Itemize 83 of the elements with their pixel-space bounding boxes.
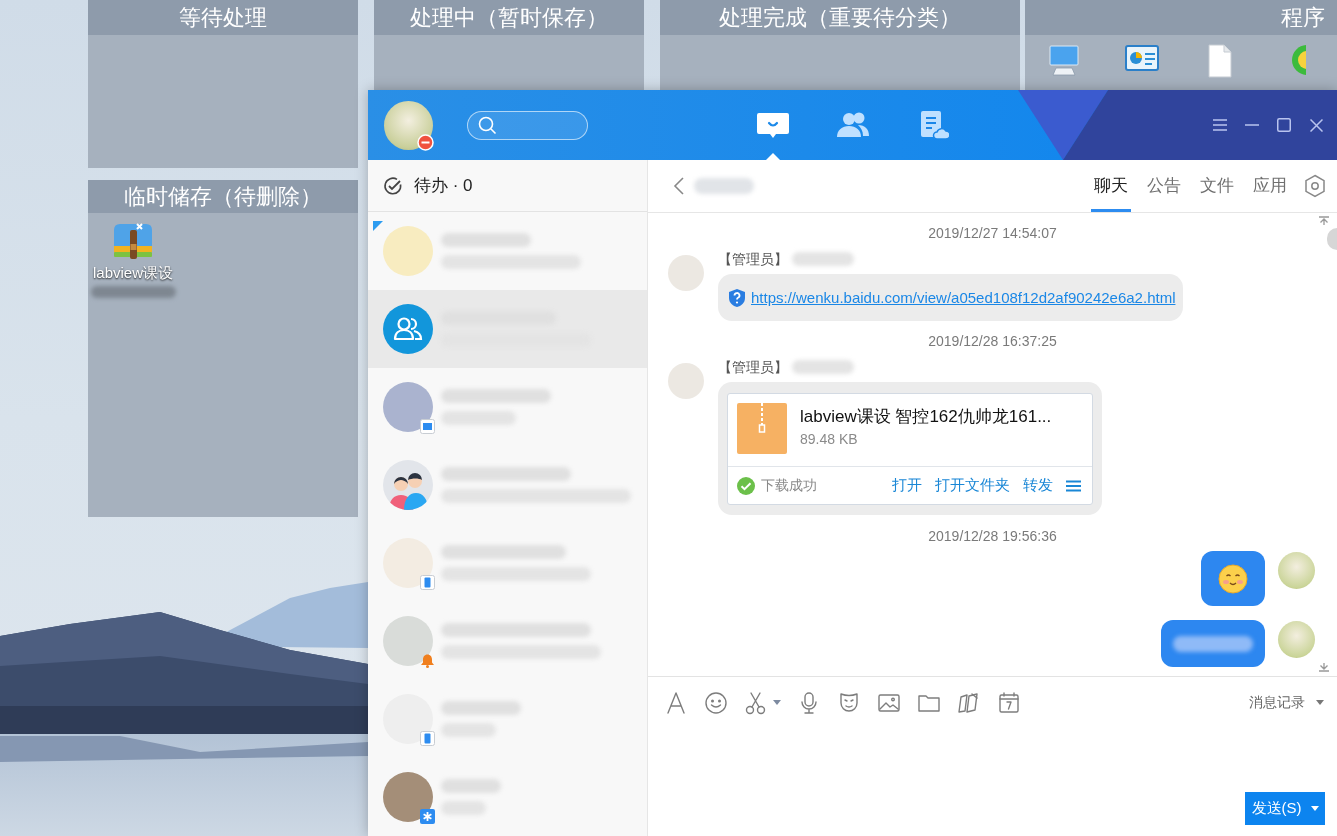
close-icon xyxy=(1309,118,1323,132)
chat-tab[interactable]: 文件 xyxy=(1197,160,1237,212)
chat-bubble-icon xyxy=(755,110,791,140)
minimize-icon xyxy=(1245,124,1259,126)
collapse-handle[interactable] xyxy=(1327,228,1337,250)
search-icon xyxy=(478,115,497,135)
scroll-top-icon[interactable] xyxy=(1318,216,1330,226)
zip-file-icon xyxy=(737,403,787,454)
chat-tab[interactable]: 聊天 xyxy=(1091,160,1131,212)
asterisk-badge-icon xyxy=(420,809,435,824)
avatar xyxy=(383,616,433,666)
group-avatar-icon xyxy=(383,304,433,354)
file-name: labview课设 智控162仇帅龙161... xyxy=(800,406,1052,428)
chat-tab[interactable]: 应用 xyxy=(1250,160,1290,212)
avatar[interactable] xyxy=(1278,552,1315,589)
fence-title: 等待处理 xyxy=(88,0,358,35)
control-panel-icon[interactable] xyxy=(1125,44,1159,74)
desktop-badge-icon xyxy=(420,419,435,434)
back-button[interactable] xyxy=(672,175,686,197)
check-circle-icon xyxy=(383,175,403,196)
timestamp: 2019/12/28 19:56:36 xyxy=(928,527,1057,546)
avatar[interactable] xyxy=(384,100,433,150)
people-avatar-icon xyxy=(383,460,433,510)
menu-icon xyxy=(1213,119,1227,131)
avatar xyxy=(383,538,433,588)
avatar[interactable] xyxy=(1278,621,1315,658)
slanted-panels-icon xyxy=(957,690,981,715)
fence-title: 处理中（暂时保存） xyxy=(374,0,644,35)
avatar xyxy=(383,226,433,276)
search-field[interactable] xyxy=(467,110,588,140)
send-button[interactable]: 发送(S) xyxy=(1245,792,1325,825)
avatar xyxy=(383,382,433,432)
phone-badge-icon xyxy=(420,575,435,590)
blurred-text xyxy=(792,252,854,266)
emoji-button[interactable] xyxy=(704,689,728,716)
scroll-bottom-icon[interactable] xyxy=(1318,662,1330,672)
success-check-icon xyxy=(737,476,755,495)
url-link[interactable]: https://wenku.baidu.com/view/a05ed108f12d2af90242e6a2.html xyxy=(751,287,1176,308)
timestamp: 2019/12/28 16:37:25 xyxy=(928,332,1057,351)
chat-tab[interactable]: 公告 xyxy=(1144,160,1184,212)
action-link[interactable]: 转发 xyxy=(1023,474,1053,497)
fence-title: 程序 xyxy=(1025,0,1337,35)
shield-question-icon xyxy=(728,287,746,308)
caret-down-icon xyxy=(1310,806,1319,811)
todo-button[interactable]: 待办 · 0 xyxy=(383,172,473,199)
round-app-icon[interactable] xyxy=(1290,44,1306,76)
file-icon[interactable] xyxy=(1208,44,1232,78)
file-size: 89.48 KB xyxy=(800,430,859,448)
timestamp: 2019/12/27 14:54:07 xyxy=(928,224,1057,243)
chevron-left-icon xyxy=(673,176,685,196)
caret-down-icon xyxy=(1316,700,1324,705)
monitor-icon[interactable] xyxy=(1046,44,1082,78)
archive-icon[interactable] xyxy=(112,222,154,260)
fence-title: 处理完成（重要待分类） xyxy=(660,0,1020,35)
conversation-item[interactable] xyxy=(368,290,647,368)
action-link[interactable]: 打开文件夹 xyxy=(935,474,1010,497)
people-icon xyxy=(835,110,871,140)
font-button[interactable] xyxy=(664,689,688,716)
bell-badge-icon xyxy=(420,653,435,668)
calendar-icon xyxy=(997,690,1021,715)
history-button[interactable]: 消息记录 xyxy=(1249,692,1324,713)
sender-role: 【管理员】 xyxy=(718,250,788,268)
mask-icon xyxy=(837,690,861,715)
avatar xyxy=(383,772,433,822)
scissors-icon xyxy=(744,690,768,715)
avatar xyxy=(383,694,433,744)
maximize-icon xyxy=(1277,118,1291,132)
blurred-text xyxy=(792,360,854,374)
action-link[interactable]: 打开 xyxy=(892,474,922,497)
sender-role: 【管理员】 xyxy=(718,358,788,376)
settings-icon xyxy=(1304,174,1326,198)
caret-down-icon xyxy=(773,700,781,705)
smiley-icon xyxy=(704,690,728,715)
blurred-text xyxy=(694,178,754,194)
font-icon xyxy=(664,690,688,715)
menu-icon[interactable] xyxy=(1066,479,1081,492)
phone-badge-icon xyxy=(420,731,435,746)
calendar-button[interactable] xyxy=(997,689,1021,716)
settings-button[interactable] xyxy=(1304,174,1326,198)
download-status: 下载成功 xyxy=(761,476,817,495)
minus-badge-icon xyxy=(417,133,434,151)
blushing-smiley-icon xyxy=(1218,563,1248,594)
fence-title: 临时储存（待删除） xyxy=(88,180,358,213)
